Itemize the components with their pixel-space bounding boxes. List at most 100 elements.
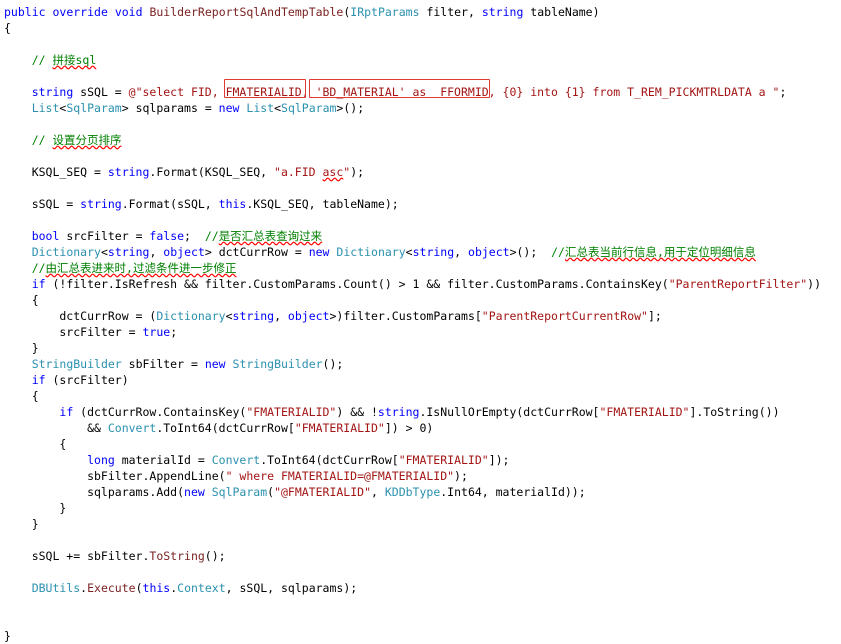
- code-line[interactable]: dctCurrRow = (Dictionary<string, object>…: [4, 308, 841, 324]
- code-line[interactable]: KSQL_SEQ = string.Format(KSQL_SEQ, "a.FI…: [4, 164, 841, 180]
- code-line[interactable]: }: [4, 340, 841, 356]
- code-line[interactable]: {: [4, 292, 841, 308]
- code-token-pl: ].ToString()): [689, 405, 780, 419]
- code-line[interactable]: {: [4, 436, 841, 452]
- code-line-blank[interactable]: [4, 212, 841, 228]
- code-token-pl: sbFilter =: [121, 357, 205, 371]
- code-line[interactable]: List<SqlParam> sqlparams = new List<SqlP…: [4, 100, 841, 116]
- code-line[interactable]: {: [4, 388, 841, 404]
- code-line[interactable]: sqlparams.Add(new SqlParam("@FMATERIALID…: [4, 484, 841, 500]
- code-line[interactable]: srcFilter = true;: [4, 324, 841, 340]
- code-token-kw: if: [31, 277, 46, 291]
- code-token-pl: <: [100, 245, 108, 259]
- code-token-pl: )): [807, 277, 822, 291]
- code-token-kw: long: [87, 453, 115, 467]
- code-token-cmt: //: [4, 261, 46, 275]
- code-line-blank[interactable]: [4, 116, 841, 132]
- code-token-kw: string: [377, 405, 420, 419]
- code-token-str-misspelled: asc: [322, 165, 344, 179]
- code-token-type: Context: [177, 581, 226, 595]
- code-token-kw: object: [163, 245, 205, 259]
- code-token-kw: false: [149, 229, 185, 243]
- code-token-kw: string: [481, 5, 524, 19]
- code-line[interactable]: // 设置分页排序: [4, 132, 841, 148]
- code-line[interactable]: sSQL += sbFilter.ToString();: [4, 548, 841, 564]
- code-token-str: " where FMATERIALID=@FMATERIALID": [225, 469, 455, 483]
- code-token-cmt: //: [4, 53, 53, 67]
- code-token-type: SqlParam: [281, 101, 337, 115]
- code-editor-viewport[interactable]: public override void BuilderReportSqlAnd…: [0, 0, 841, 644]
- code-token-pl: ) && !: [336, 405, 378, 419]
- code-line-blank[interactable]: [4, 532, 841, 548]
- code-token-kw: new: [218, 101, 240, 115]
- code-token-pl: >();: [336, 101, 365, 115]
- code-token-type: StringBuilder: [31, 357, 122, 371]
- code-line[interactable]: Dictionary<string, object> dctCurrRow = …: [4, 244, 841, 260]
- code-token-pl: ,: [371, 485, 385, 499]
- code-line[interactable]: bool srcFilter = false; //是否汇总表查询过来: [4, 228, 841, 244]
- code-token-pl: ;: [779, 85, 787, 99]
- code-line[interactable]: }: [4, 628, 841, 644]
- code-line-blank[interactable]: [4, 68, 841, 84]
- code-line-blank[interactable]: [4, 180, 841, 196]
- code-token-pl: ,: [274, 309, 288, 323]
- code-token-pl: .Format(sSQL,: [121, 197, 219, 211]
- code-token-kw: true: [142, 325, 171, 339]
- code-line-blank[interactable]: [4, 596, 841, 612]
- code-token-kw: string: [412, 245, 455, 259]
- code-token-type: List: [31, 101, 60, 115]
- code-token-pl: sSQL =: [4, 197, 81, 211]
- code-token-pl: ]) > 0): [384, 421, 434, 435]
- code-token-kw: new: [204, 357, 226, 371]
- code-token-pl: sqlparams.Add(: [4, 485, 185, 499]
- code-token-pl: .IsNullOrEmpty(dctCurrRow[: [419, 405, 600, 419]
- code-line[interactable]: string sSQL = @"select FID, FMATERIALID,…: [4, 84, 841, 100]
- code-token-type: KDDbType: [384, 485, 441, 499]
- code-token-pl: ();: [204, 549, 226, 563]
- code-line[interactable]: long materialId = Convert.ToInt64(dctCur…: [4, 452, 841, 468]
- code-token-pl: ,: [149, 245, 164, 259]
- code-token-pl: }: [4, 501, 67, 515]
- code-token-str: "FMATERIALID": [294, 421, 385, 435]
- code-line[interactable]: {: [4, 20, 841, 36]
- code-token-pl: }: [4, 517, 39, 531]
- code-token-pl: , sSQL, sqlparams);: [225, 581, 358, 595]
- code-token-str: "FMATERIALID": [599, 405, 690, 419]
- code-line[interactable]: if (!filter.IsRefresh && filter.CustomPa…: [4, 276, 841, 292]
- code-token-kw: new: [184, 485, 205, 499]
- code-line[interactable]: DBUtils.Execute(this.Context, sSQL, sqlp…: [4, 580, 841, 596]
- code-token-fn: BuilderReportSqlAndTempTable: [149, 5, 344, 19]
- code-token-pl: .ToInt64(dctCurrRow[: [260, 453, 399, 467]
- code-line[interactable]: sSQL = string.Format(sSQL, this.KSQL_SEQ…: [4, 196, 841, 212]
- code-line[interactable]: && Convert.ToInt64(dctCurrRow["FMATERIAL…: [4, 420, 841, 436]
- code-line-blank[interactable]: [4, 612, 841, 628]
- code-line-blank[interactable]: [4, 564, 841, 580]
- code-line[interactable]: if (dctCurrRow.ContainsKey("FMATERIALID"…: [4, 404, 841, 420]
- code-token-pl: &&: [4, 421, 108, 435]
- code-line[interactable]: if (srcFilter): [4, 372, 841, 388]
- code-token-kw: this: [142, 581, 171, 595]
- code-line[interactable]: StringBuilder sbFilter = new StringBuild…: [4, 356, 841, 372]
- code-token-fn: Execute: [87, 581, 136, 595]
- code-token-cmt-misspelled: 是否汇总表查询过来: [218, 229, 323, 243]
- code-token-kw: string: [31, 85, 74, 99]
- code-line-blank[interactable]: [4, 148, 841, 164]
- code-line[interactable]: //由汇总表进来时,过滤条件进一步修正: [4, 260, 841, 276]
- code-token-pl: filter,: [419, 5, 482, 19]
- code-token-kw: string: [80, 197, 122, 211]
- code-token-kw: void: [114, 5, 143, 19]
- code-token-pl: ;: [184, 229, 205, 243]
- code-line[interactable]: public override void BuilderReportSqlAnd…: [4, 4, 841, 20]
- code-line[interactable]: }: [4, 500, 841, 516]
- code-token-pl: ,: [454, 245, 469, 259]
- code-line[interactable]: }: [4, 516, 841, 532]
- code-token-type: IRptParams: [350, 5, 420, 19]
- code-token-pl: > dctCurrRow =: [204, 245, 309, 259]
- code-token-pl: srcFilter =: [59, 229, 150, 243]
- code-line[interactable]: // 拼接sql: [4, 52, 841, 68]
- code-line-blank[interactable]: [4, 36, 841, 52]
- code-line[interactable]: sbFilter.AppendLine(" where FMATERIALID=…: [4, 468, 841, 484]
- code-token-kw: string: [107, 245, 150, 259]
